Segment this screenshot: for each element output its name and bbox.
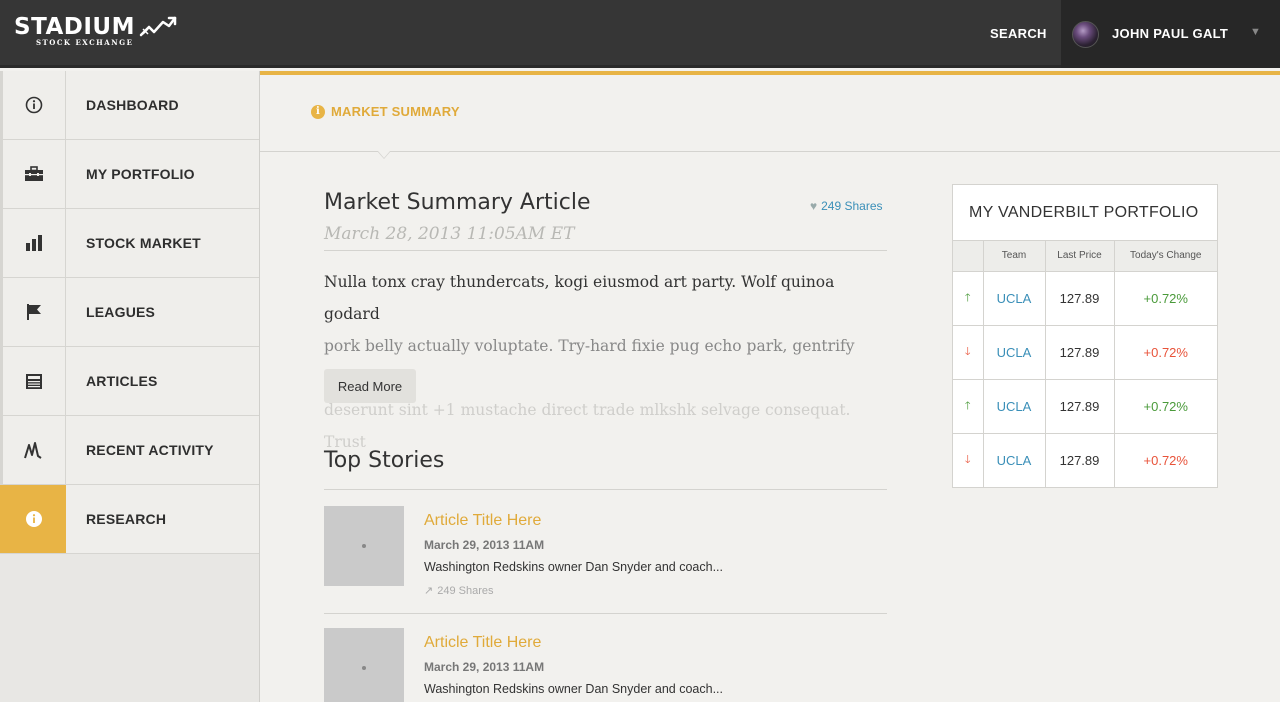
story-shares[interactable]: ↗ 249 Shares <box>424 584 494 598</box>
sidebar-item-leagues[interactable]: LEAGUES <box>0 278 259 347</box>
table-header-row: Team Last Price Today's Change <box>953 241 1217 272</box>
trend-arrow-icon <box>139 16 177 37</box>
todays-change: +0.72% <box>1114 325 1217 380</box>
logo-text: STADIUM <box>14 14 135 40</box>
info-icon: i <box>311 104 325 119</box>
story-date: March 29, 2013 11AM <box>424 538 545 552</box>
sidebar-item-stock-market[interactable]: STOCK MARKET <box>0 209 259 278</box>
article-body-line: Nulla tonx cray thundercats, kogi eiusmo… <box>324 273 835 323</box>
article-date: March 28, 2013 11:05AM ET <box>324 224 575 244</box>
list-item: Article Title Here March 29, 2013 11AM W… <box>324 506 887 614</box>
sidebar-item-label: RECENT ACTIVITY <box>86 442 214 458</box>
team-link[interactable]: UCLA <box>997 399 1032 414</box>
breadcrumb: i MARKET SUMMARY <box>311 104 460 119</box>
sidebar-item-label: LEAGUES <box>86 304 156 320</box>
table-row: 🡓 UCLA 127.89 +0.72% <box>953 433 1217 487</box>
story-thumbnail[interactable] <box>324 628 404 702</box>
article-body: Nulla tonx cray thundercats, kogi eiusmo… <box>324 266 887 458</box>
logo-subtitle: STOCK EXCHANGE <box>36 38 134 47</box>
top-bar: STADIUM STOCK EXCHANGE SEARCH JOHN PAUL … <box>0 0 1280 68</box>
sidebar-item-dashboard[interactable]: DASHBOARD <box>0 71 259 140</box>
story-title-link[interactable]: Article Title Here <box>424 634 541 652</box>
team-link[interactable]: UCLA <box>997 291 1032 306</box>
sidebar-item-research[interactable]: RESEARCH <box>0 485 259 554</box>
team-link[interactable]: UCLA <box>997 345 1032 360</box>
column-header: Today's Change <box>1114 241 1217 272</box>
last-price: 127.89 <box>1045 325 1115 380</box>
article-title: Market Summary Article <box>324 190 591 215</box>
story-description: Washington Redskins owner Dan Snyder and… <box>424 560 724 574</box>
todays-change: +0.72% <box>1143 452 1188 468</box>
sidebar-item-recent-activity[interactable]: RECENT ACTIVITY <box>0 416 259 485</box>
story-description: Washington Redskins owner Dan Snyder and… <box>424 682 724 696</box>
last-price: 127.89 <box>1045 271 1115 326</box>
info-icon <box>0 485 66 553</box>
team-link[interactable]: UCLA <box>997 453 1032 468</box>
last-price: 127.89 <box>1045 433 1115 487</box>
list-item: Article Title Here March 29, 2013 11AM W… <box>324 628 887 702</box>
sidebar-item-label: DASHBOARD <box>86 97 179 113</box>
user-name: JOHN PAUL GALT <box>1112 26 1229 41</box>
article-shares[interactable]: ♥ 249 Shares <box>810 199 883 213</box>
read-more-button[interactable]: Read More <box>324 369 416 403</box>
search-link[interactable]: SEARCH <box>990 26 1047 41</box>
story-rule <box>324 613 887 614</box>
article-shares-count: 249 Shares <box>821 199 883 213</box>
column-header: Team <box>983 241 1046 272</box>
sidebar-item-my-portfolio[interactable]: MY PORTFOLIO <box>0 140 259 209</box>
table-row: 🡑 UCLA 127.89 +0.72% <box>953 271 1217 326</box>
last-price: 127.89 <box>1045 379 1115 434</box>
sidebar-item-label: RESEARCH <box>86 511 167 527</box>
bar-chart-icon <box>0 209 66 277</box>
share-icon: ↗ <box>424 585 434 597</box>
breadcrumb-label: MARKET SUMMARY <box>331 104 460 119</box>
arrow-down-icon: 🡓 <box>964 453 971 466</box>
arrow-up-icon: 🡑 <box>964 291 971 304</box>
todays-change: +0.72% <box>1114 379 1217 434</box>
sidebar-item-label: MY PORTFOLIO <box>86 166 195 182</box>
chevron-down-icon: ▼ <box>1250 26 1261 38</box>
briefcase-icon <box>0 140 66 208</box>
newspaper-icon <box>0 347 66 415</box>
sidebar-item-articles[interactable]: ARTICLES <box>0 347 259 416</box>
todays-change: +0.72% <box>1114 271 1217 326</box>
logo[interactable]: STADIUM STOCK EXCHANGE <box>14 14 177 47</box>
sidebar: DASHBOARD MY PORTFOLIO STOCK MARKET LEAG… <box>0 71 260 702</box>
column-header <box>953 241 984 272</box>
user-menu[interactable]: JOHN PAUL GALT ▼ <box>1061 0 1280 68</box>
sidebar-item-label: ARTICLES <box>86 373 158 389</box>
section-divider <box>260 151 1280 152</box>
story-date: March 29, 2013 11AM <box>424 660 545 674</box>
portfolio-title: MY VANDERBILT PORTFOLIO <box>953 185 1217 241</box>
story-thumbnail[interactable] <box>324 506 404 586</box>
activity-icon <box>0 416 66 484</box>
info-icon <box>0 71 66 139</box>
top-stories-heading: Top Stories <box>324 448 445 473</box>
portfolio-table: Team Last Price Today's Change 🡑 UCLA 12… <box>953 241 1217 487</box>
sidebar-item-label: STOCK MARKET <box>86 235 201 251</box>
story-title-link[interactable]: Article Title Here <box>424 512 541 530</box>
table-row: 🡓 UCLA 127.89 +0.72% <box>953 325 1217 380</box>
heart-icon: ♥ <box>810 199 818 213</box>
flag-icon <box>0 278 66 346</box>
arrow-up-icon: 🡑 <box>964 399 971 412</box>
table-row: 🡑 UCLA 127.89 +0.72% <box>953 379 1217 434</box>
article-rule <box>324 250 887 251</box>
column-header: Last Price <box>1045 241 1115 272</box>
accent-bar <box>260 71 1280 75</box>
top-stories-rule <box>324 489 887 490</box>
avatar <box>1072 21 1099 48</box>
portfolio-card: MY VANDERBILT PORTFOLIO Team Last Price … <box>952 184 1218 488</box>
arrow-down-icon: 🡓 <box>964 345 971 358</box>
story-shares-count: 249 Shares <box>437 584 494 597</box>
